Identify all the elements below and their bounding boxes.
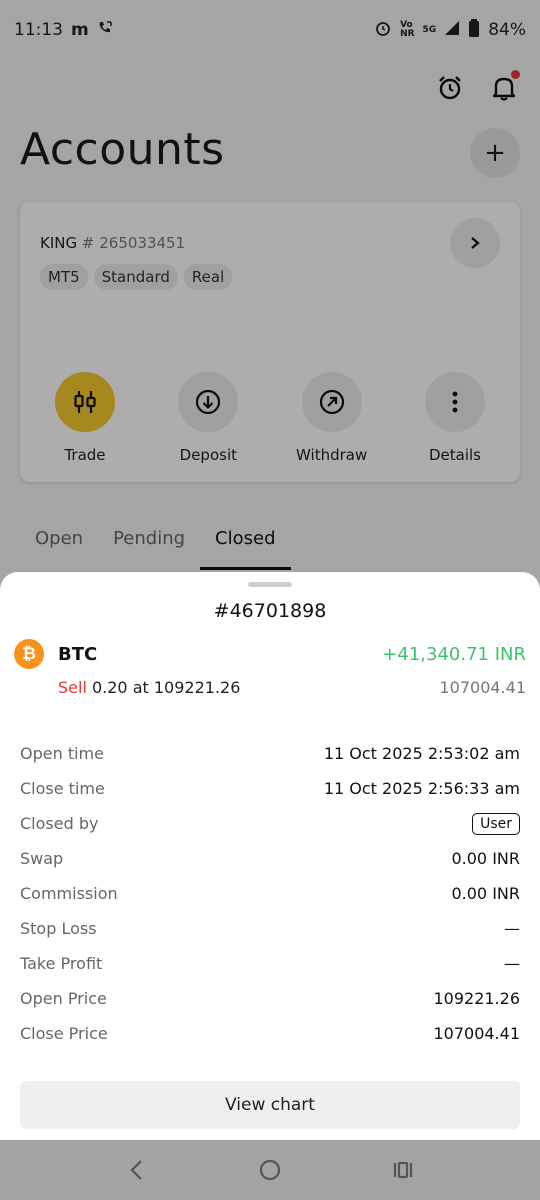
detail-label: Stop Loss: [20, 919, 97, 938]
order-volume-price: 0.20 at 109221.26: [91, 678, 241, 697]
sheet-drag-handle[interactable]: [248, 582, 292, 587]
detail-row-close-time: Close time 11 Oct 2025 2:56:33 am: [20, 771, 520, 806]
home-circle-icon: [259, 1159, 281, 1181]
detail-label: Closed by: [20, 814, 99, 833]
detail-value: —: [504, 954, 520, 973]
position-details-list: Open time 11 Oct 2025 2:53:02 am Close t…: [20, 736, 520, 1051]
detail-value: 107004.41: [433, 1024, 520, 1043]
detail-label: Close Price: [20, 1024, 108, 1043]
detail-row-commission: Commission 0.00 INR: [20, 876, 520, 911]
nav-recents-button[interactable]: [383, 1150, 423, 1190]
detail-row-swap: Swap 0.00 INR: [20, 841, 520, 876]
detail-label: Close time: [20, 779, 105, 798]
ticket-number: #46701898: [213, 600, 327, 622]
system-nav-bar: [0, 1140, 540, 1200]
nav-back-button[interactable]: [117, 1150, 157, 1190]
view-chart-button[interactable]: View chart: [20, 1081, 520, 1129]
detail-label: Take Profit: [20, 954, 103, 973]
order-side: Sell: [58, 678, 87, 697]
current-price: 107004.41: [439, 678, 526, 697]
detail-label: Open time: [20, 744, 104, 763]
nav-home-button[interactable]: [250, 1150, 290, 1190]
detail-value: 11 Oct 2025 2:56:33 am: [323, 779, 520, 798]
detail-row-take-profit: Take Profit —: [20, 946, 520, 981]
detail-label: Swap: [20, 849, 64, 868]
bitcoin-icon: ₿: [14, 639, 44, 669]
position-detail-sheet: #46701898 ₿ BTC +41,340.71 INR Sell 0.20…: [0, 572, 540, 1140]
detail-label: Open Price: [20, 989, 107, 1008]
detail-value: —: [504, 919, 520, 938]
back-chevron-icon: [130, 1160, 142, 1180]
detail-value: 11 Oct 2025 2:53:02 am: [323, 744, 520, 763]
symbol-name: BTC: [58, 644, 98, 665]
detail-value: 109221.26: [433, 989, 520, 1008]
closed-by-badge: User: [472, 812, 520, 835]
detail-row-stop-loss: Stop Loss —: [20, 911, 520, 946]
detail-label: Commission: [20, 884, 118, 903]
detail-row-open-time: Open time 11 Oct 2025 2:53:02 am: [20, 736, 520, 771]
detail-row-open-price: Open Price 109221.26: [20, 981, 520, 1016]
recents-icon: [394, 1161, 413, 1179]
detail-value: 0.00 INR: [451, 849, 520, 868]
detail-row-close-price: Close Price 107004.41: [20, 1016, 520, 1051]
order-summary: Sell 0.20 at 109221.26: [58, 678, 240, 697]
detail-row-closed-by: Closed by User: [20, 806, 520, 841]
profit-value: +41,340.71 INR: [382, 644, 526, 665]
detail-value: 0.00 INR: [451, 884, 520, 903]
